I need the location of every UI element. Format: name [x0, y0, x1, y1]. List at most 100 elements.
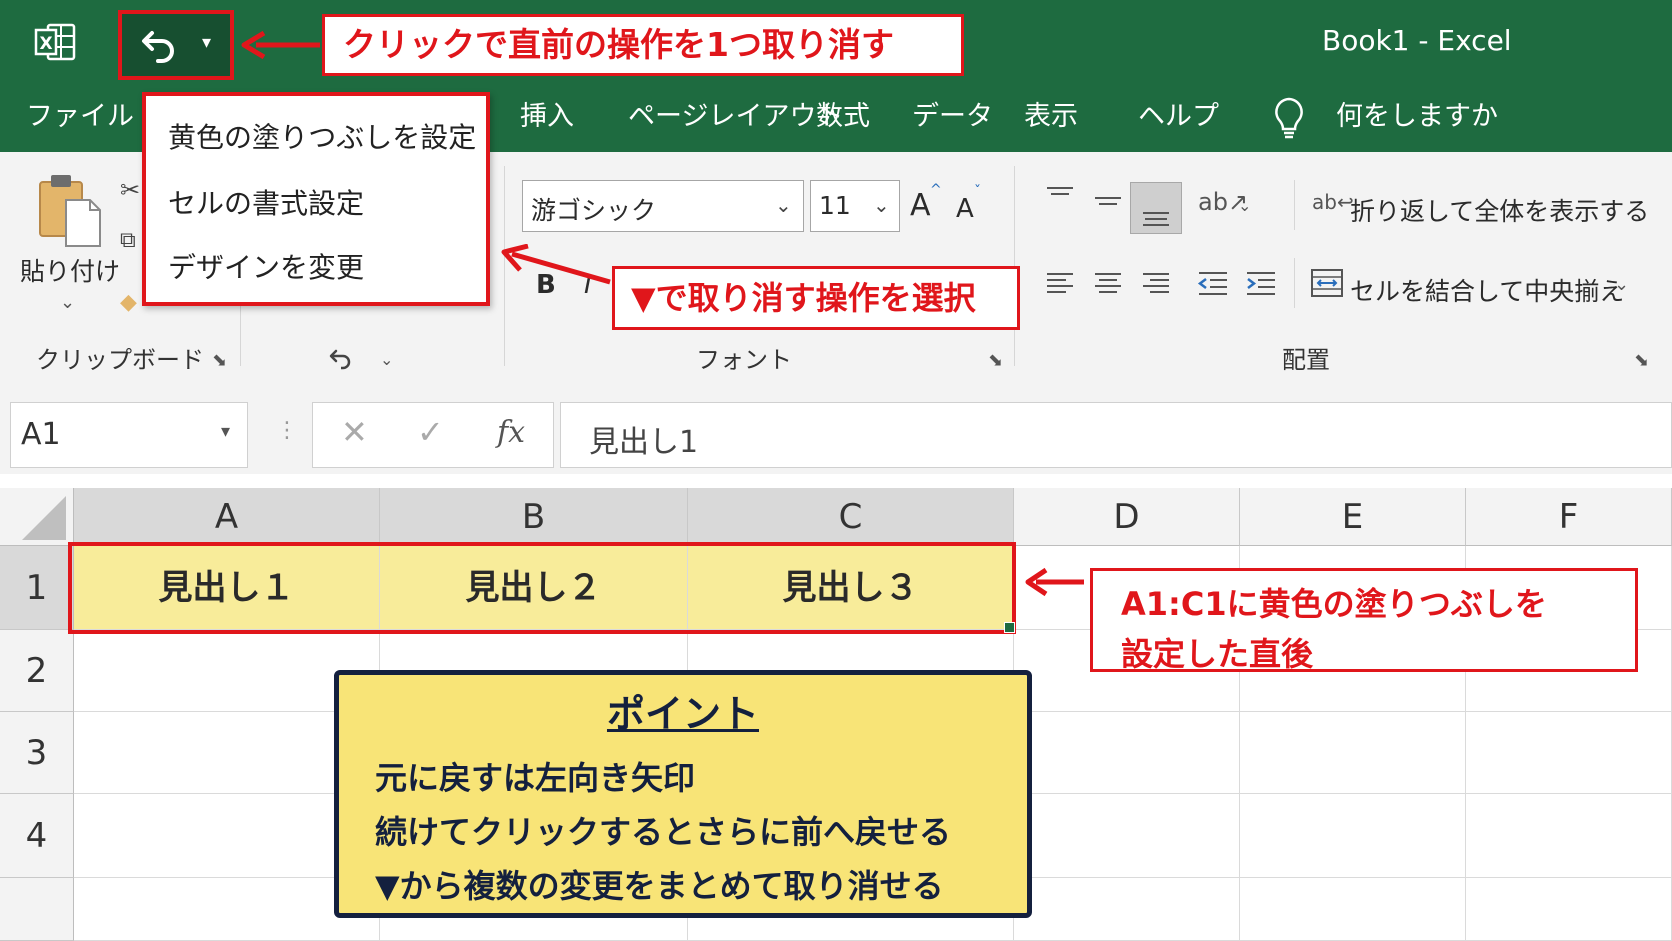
tab-data[interactable]: データ	[912, 94, 993, 133]
fill-handle[interactable]	[1004, 622, 1015, 633]
lightbulb-icon[interactable]	[1272, 96, 1306, 144]
undo-history-menu: 黄色の塗りつぶしを設定 セルの書式設定 デザインを変更	[142, 92, 490, 306]
font-size-combobox[interactable]: 11 ⌄	[810, 180, 900, 232]
cancel-entry-icon[interactable]: ✕	[341, 413, 368, 451]
column-header-b[interactable]: B	[380, 488, 688, 546]
increase-indent-icon[interactable]	[1244, 268, 1278, 304]
cell-e3[interactable]	[1240, 712, 1466, 794]
font-dialog-launcher-icon[interactable]: ⬊	[988, 350, 1003, 371]
copy-icon[interactable]: ⧉	[120, 228, 136, 253]
cell-f4[interactable]	[1466, 794, 1672, 878]
point-box-title: ポイント	[606, 692, 759, 736]
row-header-1[interactable]: 1	[0, 546, 74, 630]
paste-dropdown-chevron-icon[interactable]: ⌄	[60, 292, 75, 313]
column-header-f[interactable]: F	[1466, 488, 1672, 546]
cell-d3[interactable]	[1014, 712, 1240, 794]
arrow-to-undo-icon	[238, 30, 322, 64]
merge-center-chevron-icon[interactable]: ⌄	[1614, 274, 1629, 295]
formula-bar-grip-icon: ⋮	[276, 418, 298, 443]
column-header-e[interactable]: E	[1240, 488, 1466, 546]
cell-e4[interactable]	[1240, 794, 1466, 878]
undo-menu-item-format[interactable]: セルの書式設定	[168, 182, 364, 222]
window-title: Book1 - Excel	[1322, 24, 1512, 57]
merge-center-button[interactable]: セルを結合して中央揃え	[1350, 272, 1624, 308]
align-center-icon[interactable]	[1092, 268, 1124, 304]
row-header-5[interactable]	[0, 878, 74, 941]
group-separator	[1294, 258, 1295, 308]
name-box-dropdown-icon[interactable]: ▾	[221, 421, 230, 442]
align-right-icon[interactable]	[1140, 268, 1172, 304]
paste-button-label[interactable]: 貼り付け	[20, 252, 120, 288]
tab-help[interactable]: ヘルプ	[1138, 94, 1219, 133]
point-box-line-1: 元に戻すは左向き矢印	[375, 759, 696, 797]
wrap-text-button[interactable]: 折り返して全体を表示する	[1350, 192, 1649, 228]
tell-me-search[interactable]: 何をしますか	[1336, 94, 1498, 133]
orientation-chevron-icon[interactable]: ⌄	[1238, 196, 1251, 215]
column-header-c[interactable]: C	[688, 488, 1014, 546]
shrink-font-caret-icon: ˇ	[974, 184, 981, 200]
tab-formulas[interactable]: 数式	[816, 94, 870, 133]
cell-d4[interactable]	[1014, 794, 1240, 878]
grow-font-button[interactable]: A	[910, 188, 931, 223]
point-box-line-2: 続けてクリックするとさらに前へ戻せる	[375, 813, 952, 851]
grow-font-caret-icon: ^	[930, 182, 942, 198]
undo-arrow-icon[interactable]	[140, 24, 180, 68]
confirm-entry-icon[interactable]: ✓	[417, 413, 444, 451]
formula-input[interactable]: 見出し1	[560, 402, 1672, 468]
row-header-4[interactable]: 4	[0, 794, 74, 878]
align-left-icon[interactable]	[1044, 268, 1076, 304]
column-header-d[interactable]: D	[1014, 488, 1240, 546]
align-middle-icon[interactable]	[1092, 190, 1124, 218]
undo-group-undo-icon[interactable]	[328, 348, 354, 374]
merge-center-icon[interactable]	[1310, 266, 1344, 304]
font-size-value: 11	[819, 191, 851, 220]
column-header-a[interactable]: A	[74, 488, 380, 546]
point-box: ポイント 元に戻すは左向き矢印 続けてクリックするとさらに前へ戻せる ▼から複数…	[334, 670, 1032, 918]
group-separator	[1294, 180, 1295, 230]
fill-callout-line1: A1:C1に黄色の塗りつぶしを	[1121, 585, 1547, 623]
font-size-chevron-icon[interactable]: ⌄	[873, 193, 890, 217]
cut-scissors-icon[interactable]: ✂	[120, 176, 140, 204]
name-box[interactable]: A1 ▾	[10, 402, 248, 468]
alignment-group-label: 配置	[1282, 346, 1330, 374]
tab-view[interactable]: 表示	[1024, 94, 1078, 133]
undo-dropdown-chevron-icon[interactable]: ▾	[202, 32, 211, 53]
format-painter-icon[interactable]: ◆	[120, 290, 137, 315]
selection-highlight-a1-c1	[68, 542, 1016, 634]
row-header-2[interactable]: 2	[0, 630, 74, 712]
insert-function-button[interactable]: fx	[497, 415, 525, 450]
fill-callout-line2: 設定した直後	[1121, 635, 1314, 673]
font-name-value: 游ゴシック	[531, 196, 657, 225]
clipboard-dialog-launcher-icon[interactable]: ⬊	[212, 350, 227, 371]
select-all-corner[interactable]	[0, 488, 74, 546]
tab-page-layout[interactable]: ページレイアウト	[628, 94, 843, 133]
decrease-indent-icon[interactable]	[1196, 268, 1230, 304]
font-name-chevron-icon[interactable]: ⌄	[775, 193, 792, 217]
cell-d5[interactable]	[1014, 878, 1240, 941]
paste-clipboard-icon[interactable]	[38, 172, 104, 252]
undo-callout: クリックで直前の操作を1つ取り消す	[322, 14, 964, 76]
alignment-dialog-launcher-icon[interactable]: ⬊	[1634, 350, 1649, 371]
font-name-combobox[interactable]: 游ゴシック ⌄	[522, 180, 804, 232]
undo-menu-item-fill[interactable]: 黄色の塗りつぶしを設定	[168, 116, 476, 156]
align-bottom-icon[interactable]	[1130, 182, 1182, 234]
arrow-to-selection-icon	[1022, 566, 1086, 602]
font-group-label: フォント	[696, 346, 792, 374]
clipboard-group-label: クリップボード	[36, 346, 204, 374]
formula-value: 見出し1	[589, 425, 699, 460]
undo-split-button[interactable]: ▾	[118, 10, 234, 80]
shrink-font-button[interactable]: A	[956, 194, 974, 224]
excel-logo-icon: X	[34, 22, 76, 62]
wrap-text-icon[interactable]: ab↩	[1312, 190, 1354, 214]
cell-e5[interactable]	[1240, 878, 1466, 941]
cell-f3[interactable]	[1466, 712, 1672, 794]
cell-f5[interactable]	[1466, 878, 1672, 941]
row-header-3[interactable]: 3	[0, 712, 74, 794]
undo-menu-item-design[interactable]: デザインを変更	[168, 246, 364, 286]
formula-controls: ✕ ✓ fx	[312, 402, 554, 468]
arrow-to-menu-icon	[498, 243, 614, 298]
align-top-icon[interactable]	[1044, 184, 1076, 212]
tab-file[interactable]: ファイル	[26, 94, 134, 133]
tab-insert[interactable]: 挿入	[520, 94, 574, 133]
undo-group-chevron-icon[interactable]: ⌄	[380, 350, 393, 369]
